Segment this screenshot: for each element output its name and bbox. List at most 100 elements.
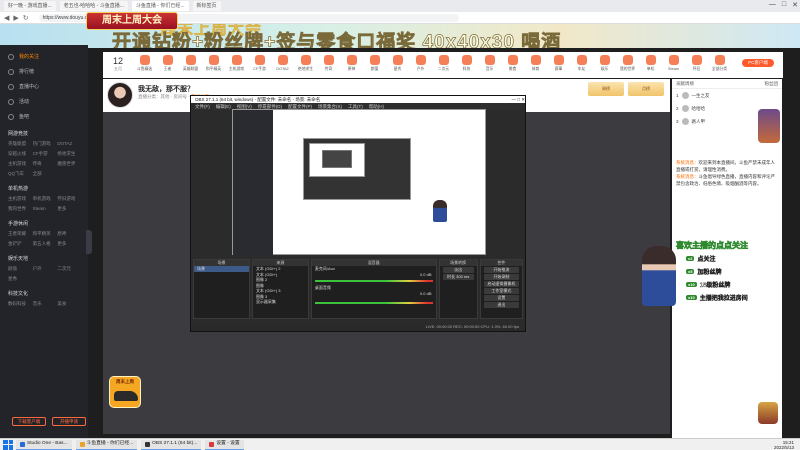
reload-icon[interactable]: ↻ (23, 14, 29, 22)
forward-icon[interactable]: ▶ (13, 14, 18, 22)
tab-weekly-rank[interactable]: 贡献周榜 (676, 79, 694, 88)
nav-category-item[interactable]: 赛事 (547, 52, 570, 72)
close-button[interactable]: ✕ (792, 1, 798, 9)
taskbar-app[interactable]: 斗鱼直播 - 你们已经... (75, 439, 138, 450)
category-link[interactable]: 热门游戏 (33, 141, 56, 147)
category-link[interactable]: 穿越火线 (8, 151, 31, 157)
rank-badge[interactable]: 月榜 (628, 82, 664, 96)
category-link[interactable]: 二次元 (57, 266, 80, 272)
category-link[interactable]: 传奇 (33, 161, 56, 167)
taskbar-app[interactable]: 设置 - 设置 (205, 439, 244, 450)
category-link[interactable]: 怀旧游戏 (57, 196, 80, 202)
nav-category-item[interactable]: 王者 (156, 52, 179, 72)
browser-tab[interactable]: 新标签页 (192, 1, 221, 11)
nav-category-item[interactable]: 美食 (501, 52, 524, 72)
category-link[interactable]: 更多 (57, 206, 80, 212)
nav-category-item[interactable]: 和平精英 (202, 52, 225, 72)
nav-category-item[interactable]: 全部分类 (708, 52, 731, 72)
maximize-button[interactable]: □ (782, 1, 786, 9)
date-cell[interactable]: 12 五月 (103, 52, 133, 72)
category-link[interactable]: 和平精英 (33, 231, 56, 237)
pc-client-button[interactable]: PC客户端 (742, 59, 774, 67)
nav-category-item[interactable]: 怀旧 (685, 52, 708, 72)
nav-category-item[interactable]: 传奇 (317, 52, 340, 72)
nav-category-item[interactable]: 体育 (524, 52, 547, 72)
category-link[interactable]: 绝地求生 (57, 151, 80, 157)
category-link[interactable]: 原神 (57, 231, 80, 237)
nav-category-item[interactable]: 原神 (340, 52, 363, 72)
category-link[interactable]: DOTA2 (57, 141, 80, 147)
category-link[interactable]: 魔兽世界 (57, 161, 80, 167)
category-link[interactable]: 主机游戏 (8, 196, 31, 202)
category-link[interactable]: 户外 (33, 266, 56, 272)
download-client-button[interactable]: 下载客户端 (12, 417, 46, 426)
category-link[interactable]: 英雄联盟 (8, 141, 31, 147)
nav-category-item[interactable]: DOTA2 (271, 52, 294, 71)
exit-button[interactable]: 退出 (483, 302, 519, 308)
apply-stream-button[interactable]: 开播申请 (52, 417, 86, 426)
nav-category-item[interactable]: 娱乐 (593, 52, 616, 72)
rank-row[interactable]: 1 一生之友 (672, 89, 782, 102)
virtual-camera-button[interactable]: 启动虚拟摄像机 (483, 281, 519, 287)
browser-tab[interactable]: 好一晚 - 游戏直播... (4, 1, 56, 11)
category-link[interactable]: 颜值 (8, 266, 31, 272)
nav-category-item[interactable]: 户外 (409, 52, 432, 72)
nav-category-item[interactable]: 绝地求生 (294, 52, 317, 72)
category-link[interactable]: 数码科技 (8, 301, 31, 307)
rank-badge[interactable]: 周榜 (588, 82, 624, 96)
chat-user[interactable]: 系统消息： (676, 174, 699, 179)
category-link[interactable]: 金铲铲 (8, 241, 31, 247)
source-item[interactable]: 显示器采集 (253, 299, 308, 305)
obs-preview[interactable] (232, 109, 486, 256)
nav-category-item[interactable]: Steam (662, 52, 685, 71)
sidebar-item-follow[interactable]: 我的关注 (0, 49, 88, 64)
windows-start-icon[interactable] (3, 439, 13, 450)
obs-menu-item[interactable]: 编辑(E) (216, 103, 231, 110)
browser-tab[interactable]: 老五也-哈哈哈 - 斗鱼直播... (59, 1, 128, 11)
chat-user[interactable]: 系统消息： (676, 160, 699, 165)
nav-category-item[interactable]: 二次元 (432, 52, 455, 72)
sidebar-collapse-handle[interactable] (86, 230, 92, 254)
category-link[interactable]: 王者荣耀 (8, 231, 31, 237)
category-link[interactable]: QQ飞车 (8, 171, 31, 177)
category-link[interactable]: 单机游戏 (33, 196, 56, 202)
category-link[interactable]: 星秀 (8, 276, 31, 282)
sidebar-item-yuba[interactable]: 鱼吧 (0, 109, 88, 124)
category-link[interactable]: 音乐 (33, 301, 56, 307)
sidebar-item-activity[interactable]: 活动 (0, 94, 88, 109)
category-link[interactable]: 美食 (57, 301, 80, 307)
minimize-button[interactable]: — (769, 1, 776, 9)
category-link[interactable]: CF手游 (33, 151, 56, 157)
tab-fan-club[interactable]: 粉丝团 (765, 79, 779, 88)
avatar[interactable] (107, 82, 133, 108)
nav-category-item[interactable]: 主机游戏 (225, 52, 248, 72)
obs-window-controls[interactable]: — □ ✕ (512, 96, 526, 103)
sidebar-item-live-center[interactable]: 直播中心 (0, 79, 88, 94)
taskbar-app[interactable]: OBS 27.1.1 (64 bit)... (141, 439, 202, 450)
transition-select[interactable]: 淡出 (442, 267, 474, 273)
event-side-badge[interactable] (758, 109, 780, 143)
studio-mode-button[interactable]: 工作室模式 (483, 288, 519, 294)
event-logo[interactable]: 周末上周大会 (86, 12, 178, 30)
nav-category-item[interactable]: 车友 (570, 52, 593, 72)
system-clock[interactable]: 15:21 2022/5/13 (774, 440, 794, 450)
nav-category-item[interactable]: 斗鱼精选 (133, 52, 156, 72)
back-icon[interactable]: ◀ (4, 14, 9, 22)
transition-duration[interactable]: 时长 300 ms (442, 274, 474, 280)
nav-category-item[interactable]: CF手游 (248, 52, 271, 72)
taskbar-app[interactable]: Studio One - Bas... (16, 439, 72, 450)
scene-item[interactable]: 场景 (194, 266, 249, 272)
nav-category-item[interactable]: 星秀 (386, 52, 409, 72)
category-link[interactable]: 更多 (57, 241, 80, 247)
browser-tab-active[interactable]: 斗鱼直播 - 你们已经... (131, 1, 189, 11)
category-link[interactable]: 主机游戏 (8, 161, 31, 167)
settings-button[interactable]: 设置 (483, 295, 519, 301)
nav-category-item[interactable]: 我的世界 (616, 52, 639, 72)
start-streaming-button[interactable]: 开始推流 (483, 267, 519, 273)
nav-category-item[interactable]: 音乐 (478, 52, 501, 72)
start-recording-button[interactable]: 开始录制 (483, 274, 519, 280)
nav-category-item[interactable]: 颜值 (363, 52, 386, 72)
category-link[interactable]: Steam (33, 206, 56, 212)
nav-category-item[interactable]: 科技 (455, 52, 478, 72)
category-link[interactable]: 我的世界 (8, 206, 31, 212)
